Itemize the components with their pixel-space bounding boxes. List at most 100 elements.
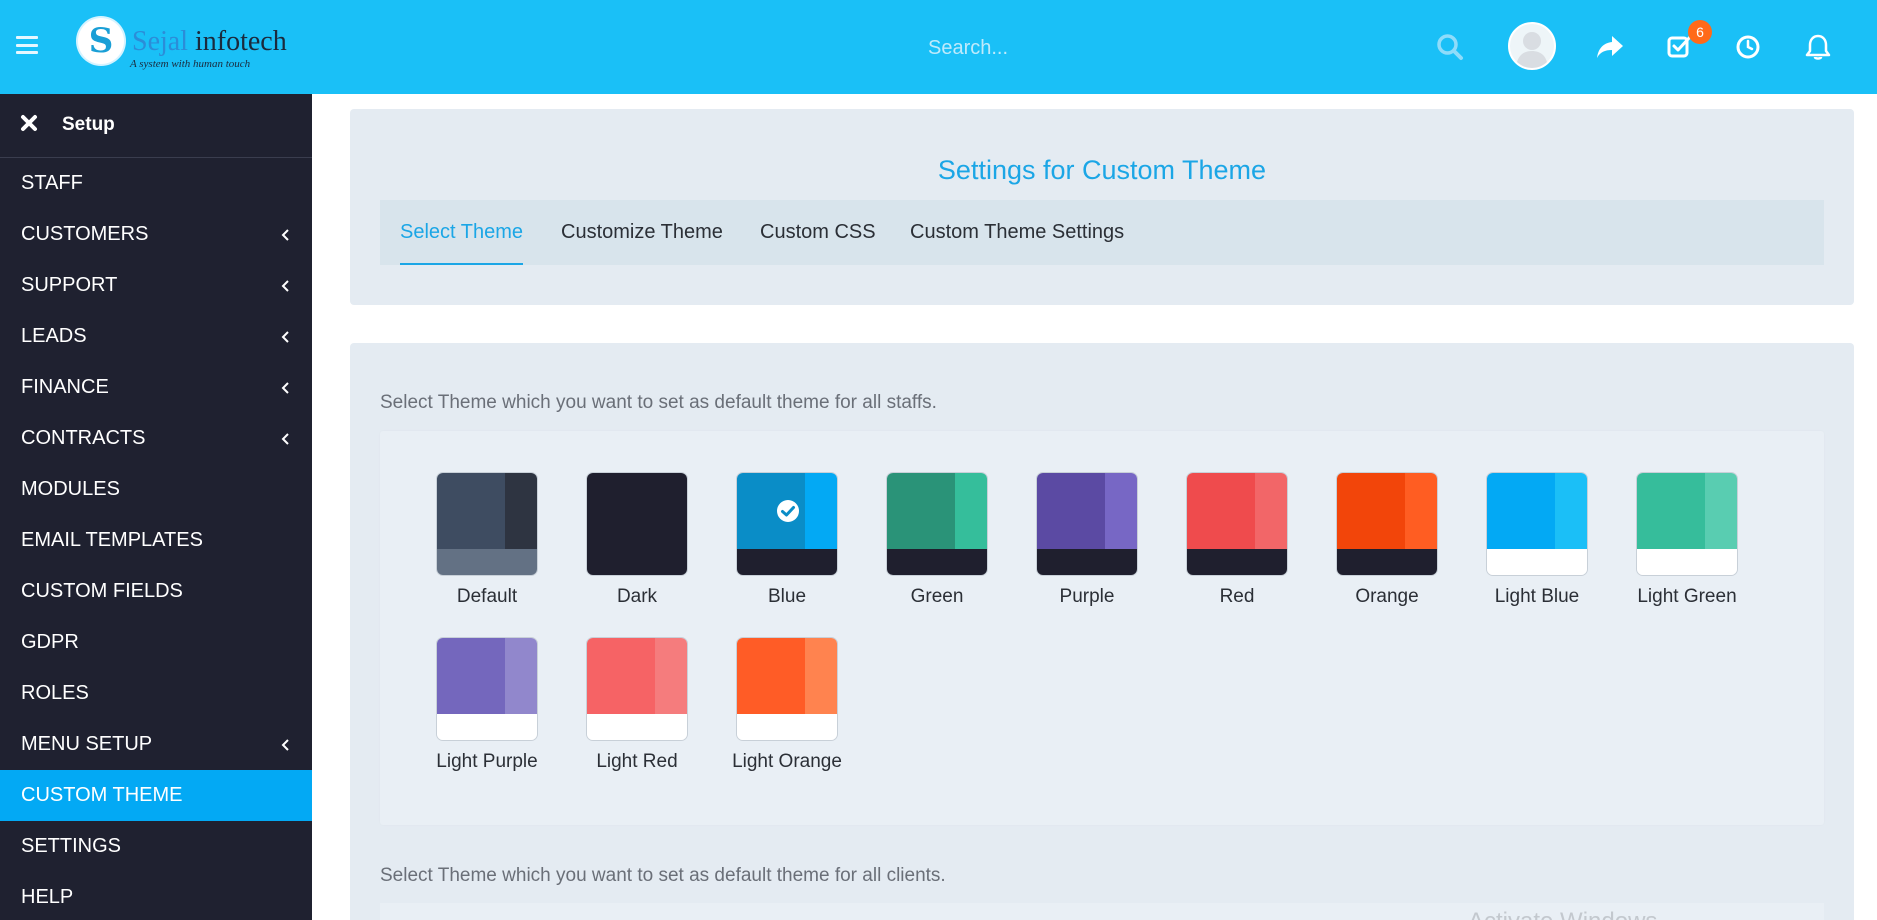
theme-label: Orange — [1355, 586, 1419, 607]
theme-label: Red — [1219, 586, 1255, 607]
sidebar-item-custom-theme[interactable]: CUSTOM THEME — [0, 770, 312, 821]
share-icon[interactable] — [1592, 0, 1628, 94]
swatch-color-block — [1187, 549, 1287, 575]
tab-custom-css[interactable]: Custom CSS — [760, 200, 876, 265]
sidebar-item-label: CUSTOM THEME — [21, 784, 183, 806]
swatch-color-block — [887, 473, 955, 549]
theme-option-green[interactable]: Green — [856, 472, 1006, 612]
activation-watermark: Activate Windows — [1468, 908, 1657, 920]
sidebar-item-settings[interactable]: SETTINGS — [0, 821, 312, 872]
theme-option-orange[interactable]: Orange — [1306, 472, 1456, 612]
swatch-color-block — [437, 714, 537, 740]
sidebar-item-modules[interactable]: MODULES — [0, 464, 312, 515]
theme-swatch[interactable] — [736, 637, 838, 741]
theme-swatch[interactable] — [436, 472, 538, 576]
tab-custom-theme-settings[interactable]: Custom Theme Settings — [910, 200, 1124, 265]
theme-option-light-purple[interactable]: Light Purple — [406, 637, 556, 777]
theme-label: Light Orange — [732, 751, 842, 772]
swatch-color-block — [655, 473, 687, 549]
theme-label: Light Green — [1637, 586, 1737, 607]
brand-name: Sejal infotech — [132, 26, 287, 57]
theme-swatch[interactable] — [586, 472, 688, 576]
sidebar-item-finance[interactable]: FINANCE — [0, 362, 312, 413]
swatch-color-block — [1487, 473, 1555, 549]
sidebar-item-customers[interactable]: CUSTOMERS — [0, 209, 312, 260]
sidebar-item-gdpr[interactable]: GDPR — [0, 617, 312, 668]
swatch-color-block — [587, 638, 655, 714]
swatch-color-block — [1037, 549, 1137, 575]
swatch-color-block — [437, 638, 505, 714]
theme-option-dark[interactable]: Dark — [556, 472, 706, 612]
chevron-left-icon — [281, 331, 289, 343]
theme-option-light-green[interactable]: Light Green — [1606, 472, 1756, 612]
swatch-color-block — [587, 714, 687, 740]
theme-swatch[interactable] — [886, 472, 988, 576]
swatch-color-block — [437, 473, 505, 549]
theme-option-red[interactable]: Red — [1156, 472, 1306, 612]
swatch-color-block — [1555, 473, 1587, 549]
tab-customize-theme[interactable]: Customize Theme — [561, 200, 723, 265]
staff-theme-instruction: Select Theme which you want to set as de… — [380, 392, 937, 413]
sidebar-item-roles[interactable]: ROLES — [0, 668, 312, 719]
theme-option-light-red[interactable]: Light Red — [556, 637, 706, 777]
sidebar-item-label: CUSTOMERS — [21, 223, 149, 245]
sidebar-item-contracts[interactable]: CONTRACTS — [0, 413, 312, 464]
theme-option-light-blue[interactable]: Light Blue — [1456, 472, 1606, 612]
swatch-color-block — [1255, 473, 1287, 549]
chevron-left-icon — [281, 382, 289, 394]
check-circle-icon — [777, 500, 799, 522]
swatch-color-block — [1337, 549, 1437, 575]
theme-swatch[interactable] — [1486, 472, 1588, 576]
sidebar-item-staff[interactable]: STAFF — [0, 158, 312, 209]
sidebar-item-menu-setup[interactable]: MENU SETUP — [0, 719, 312, 770]
sidebar-item-label: HELP — [21, 886, 74, 908]
sidebar-item-label: LEADS — [21, 325, 87, 347]
swatch-color-block — [805, 473, 837, 549]
theme-option-blue[interactable]: Blue — [706, 472, 856, 612]
search-icon[interactable] — [1432, 0, 1468, 94]
brand-logo[interactable]: S Sejal infotech A system with human tou… — [78, 16, 298, 76]
close-icon[interactable] — [20, 114, 38, 132]
theme-swatch[interactable] — [736, 472, 838, 576]
theme-swatch[interactable] — [436, 637, 538, 741]
swatch-color-block — [1405, 473, 1437, 549]
search-input[interactable] — [928, 30, 1428, 66]
sidebar-item-support[interactable]: SUPPORT — [0, 260, 312, 311]
tab-select-theme[interactable]: Select Theme — [400, 200, 524, 265]
swatch-color-block — [587, 473, 655, 549]
sidebar-item-custom-fields[interactable]: CUSTOM FIELDS — [0, 566, 312, 617]
swatch-color-block — [1637, 473, 1705, 549]
sidebar: Setup STAFF CUSTOMERS SUPPORT LEADS FINA… — [0, 94, 312, 920]
theme-swatch[interactable] — [1036, 472, 1138, 576]
theme-option-default[interactable]: Default — [406, 472, 556, 612]
sidebar-item-leads[interactable]: LEADS — [0, 311, 312, 362]
theme-swatch[interactable] — [586, 637, 688, 741]
theme-label: Green — [910, 586, 964, 607]
user-avatar[interactable] — [1508, 22, 1556, 70]
sidebar-item-label: FINANCE — [21, 376, 109, 398]
chevron-left-icon — [281, 433, 289, 445]
tasks-icon[interactable] — [1662, 0, 1698, 94]
page-title: Settings for Custom Theme — [937, 155, 1267, 185]
swatch-color-block — [955, 473, 987, 549]
sidebar-setup-header[interactable]: Setup — [0, 94, 312, 158]
theme-option-purple[interactable]: Purple — [1006, 472, 1156, 612]
theme-swatch[interactable] — [1636, 472, 1738, 576]
sidebar-item-label: CONTRACTS — [21, 427, 146, 449]
chevron-left-icon — [281, 229, 289, 241]
sidebar-item-help[interactable]: HELP — [0, 872, 312, 920]
theme-option-light-orange[interactable]: Light Orange — [706, 637, 856, 777]
chevron-left-icon — [281, 739, 289, 751]
sidebar-item-label: SUPPORT — [21, 274, 118, 296]
theme-swatch[interactable] — [1336, 472, 1438, 576]
sidebar-setup-label: Setup — [62, 114, 115, 135]
top-header: S Sejal infotech A system with human tou… — [0, 0, 1877, 94]
sidebar-item-label: MODULES — [21, 478, 120, 500]
theme-swatch[interactable] — [1186, 472, 1288, 576]
bell-icon[interactable] — [1800, 0, 1836, 94]
clock-icon[interactable] — [1730, 0, 1766, 94]
swatch-color-block — [437, 549, 537, 575]
sidebar-item-email-templates[interactable]: EMAIL TEMPLATES — [0, 515, 312, 566]
sidebar-item-label: STAFF — [21, 172, 83, 194]
hamburger-menu-icon[interactable] — [16, 36, 38, 54]
